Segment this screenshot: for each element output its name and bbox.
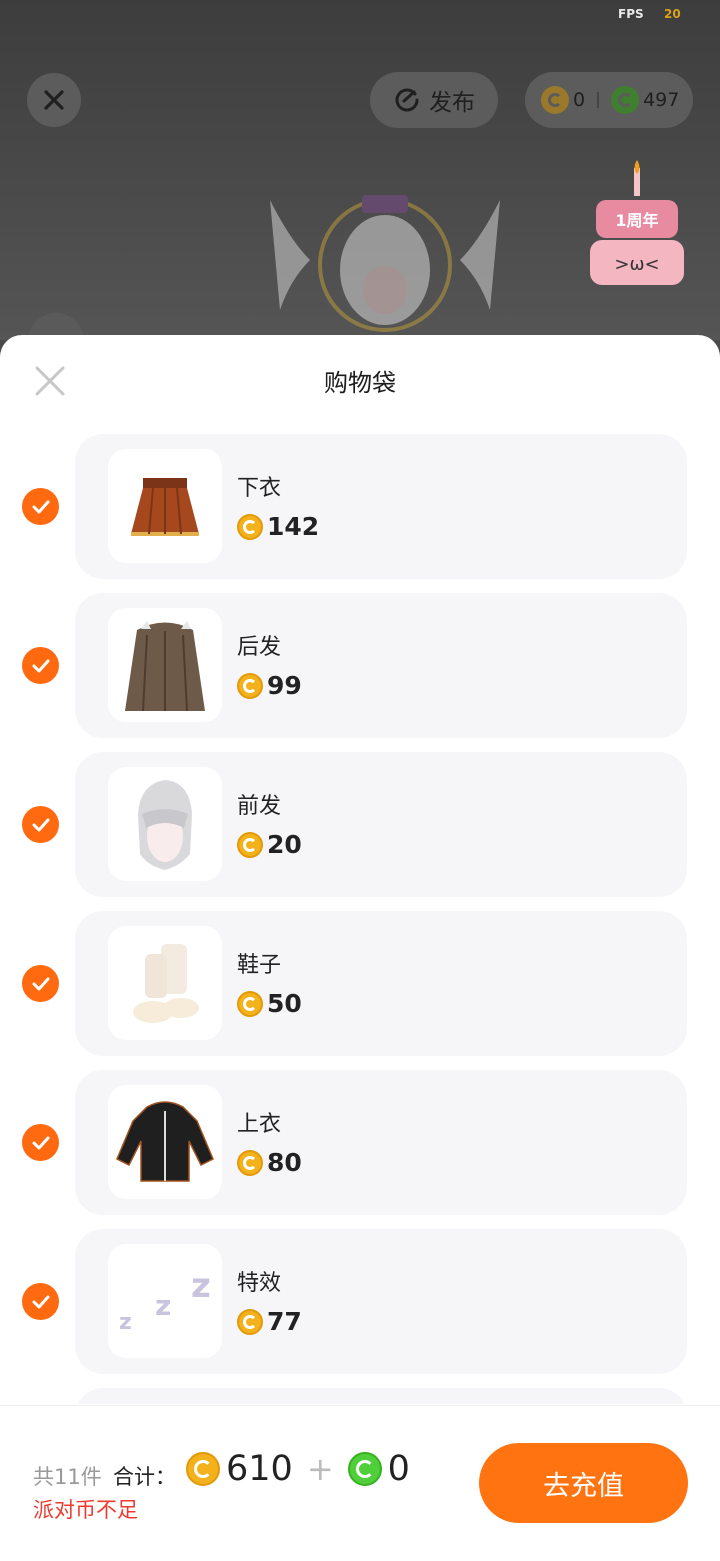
item-price: 99: [237, 671, 302, 700]
cart-item-card[interactable]: 上衣 80: [75, 1070, 687, 1215]
back-hair-thumbnail: [108, 608, 222, 722]
publish-icon: [395, 88, 419, 112]
checkmark-icon: [32, 818, 49, 831]
wallet-balance[interactable]: 0 497: [525, 72, 693, 128]
green-coin-icon: [347, 1452, 382, 1486]
checkmark-icon: [32, 500, 49, 513]
close-editor-button[interactable]: [27, 73, 81, 127]
gold-coin-icon: [541, 86, 569, 114]
cake-label: 1周年: [615, 211, 658, 230]
hoodie-thumbnail: [108, 1085, 222, 1199]
avatar-character-image: [270, 195, 500, 332]
item-checkbox[interactable]: [22, 965, 59, 1002]
publish-button[interactable]: 发布: [370, 72, 498, 128]
cart-item-card[interactable]: 后发 99: [75, 593, 687, 738]
checkmark-icon: [32, 977, 49, 990]
item-price: 20: [237, 830, 302, 859]
item-price-value: 77: [267, 1307, 302, 1336]
item-price-value: 50: [267, 989, 302, 1018]
hoodie-icon: [116, 1101, 214, 1182]
shoes-thumbnail: [108, 926, 222, 1040]
gold-coin-icon: [237, 1308, 263, 1335]
list-item[interactable]: 下衣 142: [0, 434, 720, 579]
fps-value: 20: [664, 7, 681, 21]
checkmark-icon: [32, 659, 49, 672]
back-hair-icon: [125, 621, 205, 712]
close-icon: [44, 90, 64, 110]
cart-item-card[interactable]: [75, 1388, 687, 1404]
checkmark-icon: [32, 1295, 49, 1308]
item-price-value: 142: [267, 512, 320, 541]
item-price-value: 99: [267, 671, 302, 700]
plus-sign: +: [306, 1450, 334, 1488]
item-checkbox[interactable]: [22, 647, 59, 684]
cart-item-list[interactable]: 下衣 142 后发 99 前发 20 鞋子 50 上衣 80 z z z 特效 …: [0, 434, 720, 1404]
cart-item-card[interactable]: 鞋子 50: [75, 911, 687, 1056]
gold-coin-icon: [237, 513, 263, 540]
item-price: 80: [237, 1148, 302, 1177]
shopping-bag-sheet: 购物袋 下衣 142 后发 99 前发 20 鞋子 50 上衣 80 z z z…: [0, 335, 720, 1560]
shoes-icon: [133, 944, 199, 1023]
item-checkbox[interactable]: [22, 488, 59, 525]
item-price: 50: [237, 989, 302, 1018]
green-balance: 497: [643, 89, 680, 111]
total-label: 合计：: [113, 1465, 176, 1489]
item-name: 下衣: [237, 476, 282, 501]
item-count: 共11件: [33, 1465, 102, 1489]
list-item[interactable]: 上衣 80: [0, 1070, 720, 1215]
item-price: 77: [237, 1307, 302, 1336]
insufficient-balance-warning: 派对币不足: [33, 1498, 138, 1522]
item-checkbox[interactable]: [22, 1283, 59, 1320]
item-name: 后发: [237, 635, 282, 660]
cart-item-card[interactable]: z z z 特效 77: [75, 1229, 687, 1374]
divider: [597, 92, 600, 108]
list-item[interactable]: z z z 特效 77: [0, 1229, 720, 1374]
total-amount: 610 + 0: [186, 1449, 410, 1489]
front-hair-thumbnail: [108, 767, 222, 881]
gold-coin-icon: [237, 990, 263, 1017]
item-name: 鞋子: [237, 953, 282, 978]
item-name: 特效: [237, 1271, 282, 1296]
list-item[interactable]: 后发 99: [0, 593, 720, 738]
item-price-value: 80: [267, 1148, 302, 1177]
item-name: 上衣: [237, 1112, 282, 1137]
item-price-value: 20: [267, 830, 302, 859]
checkout-bar: 共11件 合计： 610 + 0 派对币不足 去充值: [0, 1405, 720, 1561]
sheet-title: 购物袋: [324, 369, 396, 397]
item-checkbox[interactable]: [22, 806, 59, 843]
zzz-effect-thumbnail: z z z: [108, 1244, 222, 1358]
gold-coin-icon: [237, 831, 263, 858]
avatar-scene-background: FPS 20 发布 0 497 1周年 >ω<: [0, 0, 720, 343]
gold-balance: 0: [573, 89, 586, 111]
list-item[interactable]: 前发 20: [0, 752, 720, 897]
item-name: 前发: [237, 794, 282, 819]
publish-label: 发布: [429, 90, 475, 116]
gold-total: 610: [226, 1449, 293, 1489]
svg-text:z: z: [191, 1266, 211, 1306]
green-total: 0: [387, 1449, 410, 1489]
anniversary-cake-icon[interactable]: 1周年 >ω<: [582, 160, 692, 300]
item-price: 142: [237, 512, 319, 541]
list-item[interactable]: [0, 1388, 720, 1404]
skirt-thumbnail: [108, 449, 222, 563]
cart-item-card[interactable]: 下衣 142: [75, 434, 687, 579]
cart-item-card[interactable]: 前发 20: [75, 752, 687, 897]
front-hair-icon: [138, 780, 192, 870]
skirt-icon: [131, 478, 199, 536]
svg-text:z: z: [119, 1310, 132, 1335]
fps-label: FPS: [618, 7, 644, 21]
svg-text:z: z: [155, 1289, 171, 1322]
recharge-button[interactable]: 去充值: [479, 1443, 688, 1523]
svg-text:>ω<: >ω<: [614, 254, 659, 275]
list-item[interactable]: 鞋子 50: [0, 911, 720, 1056]
item-checkbox[interactable]: [22, 1124, 59, 1161]
checkmark-icon: [32, 1136, 49, 1149]
gold-coin-icon: [237, 1149, 263, 1176]
gold-coin-icon: [186, 1452, 220, 1486]
sleep-effect-icon: z z z: [119, 1266, 211, 1335]
green-coin-icon: [611, 86, 640, 114]
gold-coin-icon: [237, 672, 263, 699]
